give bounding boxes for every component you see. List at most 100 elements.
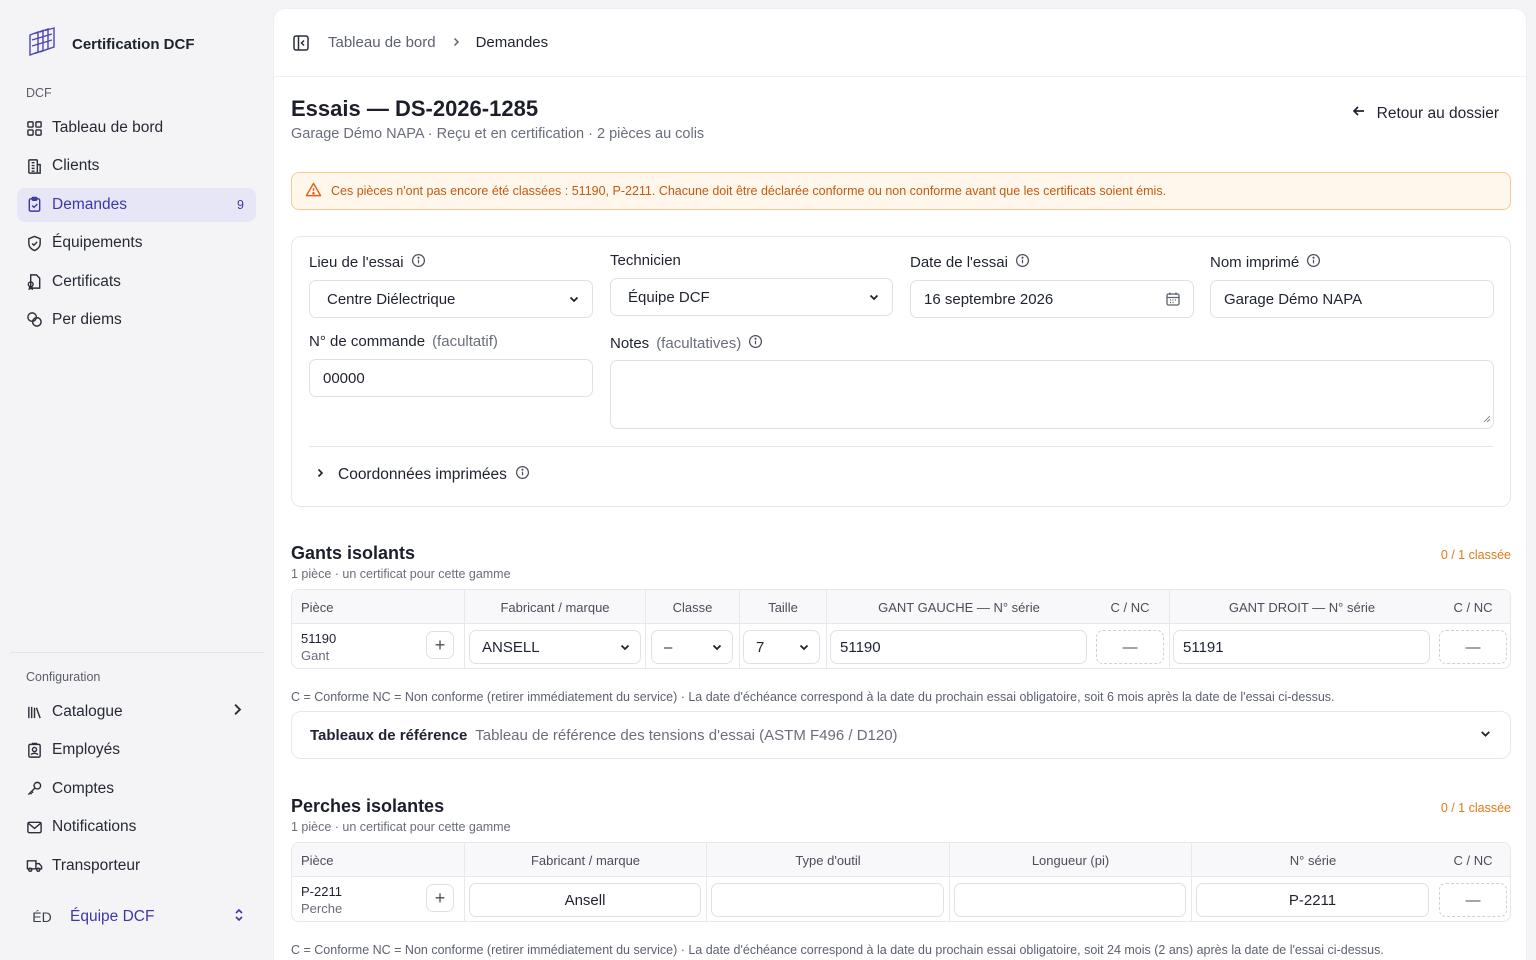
serial-value: P-2211 <box>1288 891 1337 909</box>
cnc-value: — <box>1465 891 1481 909</box>
reference-title: Tableaux de référence <box>310 726 468 744</box>
back-to-file-button[interactable]: Retour au dossier <box>1351 103 1499 124</box>
sidebar-item-label: Clients <box>52 157 100 175</box>
date-value: 16 septembre 2026 <box>924 290 1054 308</box>
breadcrumb-parent[interactable]: Tableau de bord <box>328 34 436 51</box>
chevrons-up-down-icon <box>232 907 246 927</box>
requests-count-badge: 9 <box>237 197 244 212</box>
size-select[interactable]: 7 <box>743 630 820 664</box>
maker-select[interactable]: ANSELL <box>469 630 641 664</box>
sidebar-item-label: Comptes <box>52 779 115 797</box>
info-icon[interactable] <box>1015 253 1030 272</box>
sidebar-item-label: Demandes <box>52 195 127 213</box>
date-input[interactable]: 16 septembre 2026 <box>910 280 1194 318</box>
reference-tables-toggle[interactable]: Tableaux de référence Tableau de référen… <box>291 711 1511 759</box>
test-details-card: Lieu de l'essai Centre Diélectrique Tech… <box>291 236 1511 507</box>
sidebar-item-requests[interactable]: Demandes 9 <box>17 187 256 222</box>
piece-id: P-2211 <box>301 884 342 899</box>
key-icon <box>27 781 42 796</box>
brand[interactable]: Certification DCF <box>26 26 195 62</box>
left-cnc-value: — <box>1122 638 1138 656</box>
left-serial-value: 51190 <box>840 638 881 656</box>
brand-name: Certification DCF <box>72 35 195 53</box>
order-value: 00000 <box>323 369 365 387</box>
order-label: N° de commande (facultatif) <box>309 333 498 350</box>
sidebar-item-catalog[interactable]: Catalogue <box>17 695 256 729</box>
alert-text: Ces pièces n'ont pas encore été classées… <box>331 184 1167 198</box>
add-piece-button[interactable]: + <box>426 631 454 659</box>
printed-name-label: Nom imprimé <box>1210 253 1321 272</box>
chevron-down-icon <box>711 641 723 653</box>
sidebar-item-accounts[interactable]: Comptes <box>17 772 256 806</box>
maker-value: Ansell <box>564 891 606 909</box>
add-piece-button[interactable]: + <box>426 884 454 912</box>
left-serial-input[interactable]: 51190 <box>830 630 1087 664</box>
piece-type: Gant <box>301 648 330 663</box>
col-cnc-right: C / NC <box>1453 599 1493 615</box>
printed-coordinates-label: Coordonnées imprimées <box>338 466 507 483</box>
resize-handle-icon[interactable] <box>1481 410 1491 427</box>
right-serial-input[interactable]: 51191 <box>1173 630 1430 664</box>
sidebar-divider <box>10 652 264 653</box>
order-number-input[interactable]: 00000 <box>309 359 593 397</box>
sidebar-item-label: Transporteur <box>52 856 141 874</box>
col-piece: Pièce <box>301 599 334 615</box>
sidebar-item-dashboard[interactable]: Tableau de bord <box>17 111 256 145</box>
arrow-left-icon <box>1351 103 1367 124</box>
location-label-text: Lieu de l'essai <box>309 254 404 271</box>
poles-legend: C = Conforme NC = Non conforme (retirer … <box>291 943 1384 957</box>
library-icon <box>28 706 41 718</box>
gloves-table: Pièce Fabricant / marque Classe Taille G… <box>291 589 1511 669</box>
info-icon[interactable] <box>411 253 426 272</box>
sidebar-toggle-icon[interactable] <box>292 34 310 52</box>
left-cnc-toggle[interactable]: — <box>1096 630 1164 664</box>
tool-type-input[interactable] <box>711 883 944 917</box>
mail-icon <box>27 821 42 834</box>
serial-input[interactable]: P-2211 <box>1196 883 1429 917</box>
sidebar-item-per-diems[interactable]: Per diems <box>17 303 256 337</box>
sidebar-item-carrier[interactable]: Transporteur <box>17 849 256 883</box>
printed-name-input[interactable]: Garage Démo NAPA <box>1210 280 1494 318</box>
class-select[interactable]: – <box>651 630 733 664</box>
warning-icon <box>305 181 322 201</box>
main-nav: Tableau de bord Clients Demandes 9 Équip… <box>17 111 256 341</box>
sidebar-item-equipment[interactable]: Équipements <box>17 226 256 260</box>
coins-icon <box>27 312 42 328</box>
sidebar-item-label: Notifications <box>52 818 137 836</box>
back-label: Retour au dossier <box>1376 104 1499 122</box>
length-input[interactable] <box>954 883 1186 917</box>
breadcrumb-separator-icon <box>450 35 462 51</box>
team-avatar: ÉD <box>32 909 52 925</box>
info-icon[interactable] <box>1306 253 1321 272</box>
logo-icon <box>26 26 58 62</box>
info-icon[interactable] <box>748 334 763 353</box>
location-select[interactable]: Centre Diélectrique <box>309 280 593 318</box>
info-icon[interactable] <box>515 465 530 485</box>
col-length: Longueur (pi) <box>949 843 1191 877</box>
section-label-config: Configuration <box>26 670 101 684</box>
notes-textarea[interactable] <box>610 360 1494 429</box>
chevron-down-icon <box>868 291 880 303</box>
notes-label: Notes (facultatives) <box>610 334 763 353</box>
sidebar-item-label: Catalogue <box>52 703 123 720</box>
technician-label-text: Technicien <box>610 252 681 269</box>
col-maker: Fabricant / marque <box>464 843 706 877</box>
technician-value: Équipe DCF <box>628 288 710 306</box>
technician-select[interactable]: Équipe DCF <box>610 278 893 316</box>
maker-input[interactable]: Ansell <box>469 883 701 917</box>
sidebar-item-clients[interactable]: Clients <box>17 149 256 183</box>
col-tool-type: Type d'outil <box>706 843 949 877</box>
right-cnc-toggle[interactable]: — <box>1439 630 1507 664</box>
team-switcher[interactable]: ÉD Équipe DCF <box>17 898 256 936</box>
cnc-toggle[interactable]: — <box>1439 883 1507 917</box>
sidebar-item-certificates[interactable]: Certificats <box>17 265 256 299</box>
sidebar-item-employees[interactable]: Employés <box>17 733 256 767</box>
chevron-right-icon <box>229 701 246 723</box>
table-header: Pièce Fabricant / marque Type d'outil Lo… <box>292 843 1510 877</box>
calendar-icon[interactable] <box>1165 291 1181 307</box>
printed-coordinates-toggle[interactable]: Coordonnées imprimées <box>314 465 530 485</box>
sidebar-item-notifications[interactable]: Notifications <box>17 810 256 844</box>
chevron-down-icon <box>1479 727 1492 744</box>
chevron-down-icon <box>798 641 810 653</box>
poles-section-subtitle: 1 pièce · un certificat pour cette gamme <box>291 820 511 834</box>
